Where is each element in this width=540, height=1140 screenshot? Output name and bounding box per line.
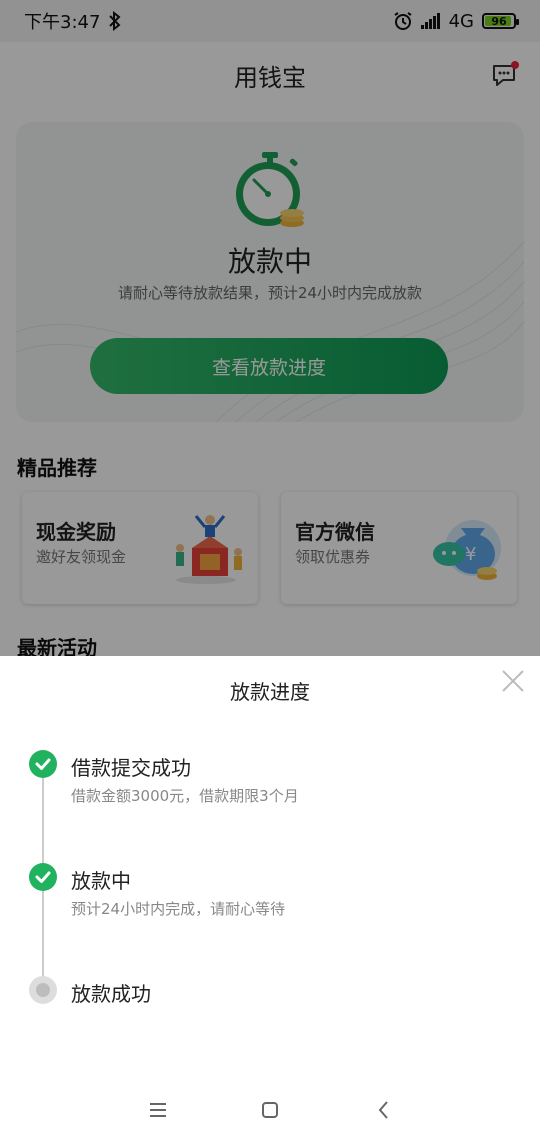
modal-backdrop[interactable] (0, 0, 540, 656)
check-icon (29, 863, 57, 891)
check-icon (29, 750, 57, 778)
home-icon[interactable] (258, 1098, 282, 1122)
progress-bottom-sheet: 放款进度 借款提交成功 借款金额3000元，借款期限3个月 放款中 预计24小时… (0, 656, 540, 1140)
step-title: 借款提交成功 (71, 756, 191, 780)
step-title: 放款中 (71, 869, 131, 893)
step-title: 放款成功 (71, 982, 151, 1006)
step-description: 预计24小时内完成，请耐心等待 (71, 900, 286, 918)
step-description: 借款金额3000元，借款期限3个月 (71, 787, 299, 805)
sheet-title: 放款进度 (230, 680, 310, 704)
back-icon[interactable] (372, 1098, 396, 1122)
close-icon[interactable] (502, 670, 524, 692)
menu-icon[interactable] (146, 1098, 170, 1122)
pending-dot-icon (29, 976, 57, 1004)
system-nav-bar (0, 1080, 540, 1140)
